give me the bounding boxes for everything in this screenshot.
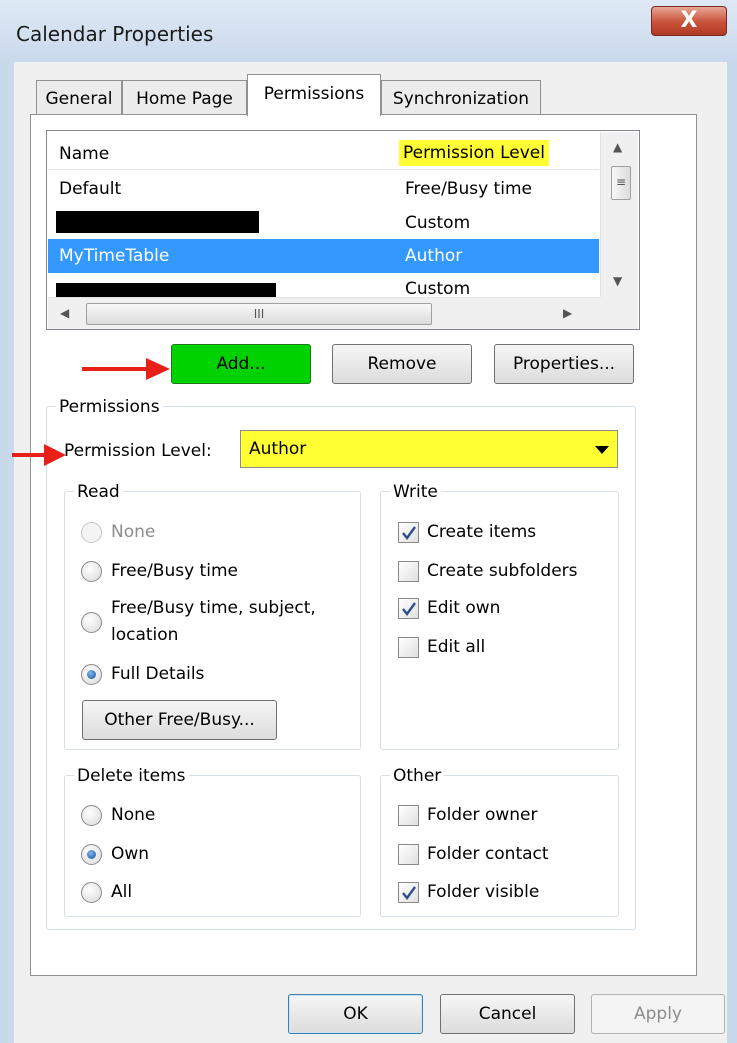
add-button[interactable]: Add... bbox=[171, 344, 311, 384]
window-frame-left bbox=[0, 62, 14, 1043]
window-title: Calendar Properties bbox=[16, 22, 214, 46]
delete-own-label: Own bbox=[111, 844, 150, 864]
apply-button[interactable]: Apply bbox=[591, 994, 725, 1034]
delete-own-radio[interactable] bbox=[81, 844, 102, 865]
read-full-details-label: Full Details bbox=[111, 664, 205, 684]
list-row-level[interactable]: Author bbox=[405, 246, 462, 266]
delete-all-label: All bbox=[111, 882, 133, 902]
permission-level-dropdown[interactable]: Author bbox=[240, 430, 618, 468]
tab-synchronization[interactable]: Synchronization bbox=[381, 80, 541, 114]
read-legend: Read bbox=[74, 482, 123, 502]
read-full-details-radio[interactable] bbox=[81, 664, 102, 685]
checkmark-icon bbox=[402, 526, 416, 540]
list-row-level[interactable]: Custom bbox=[405, 279, 470, 299]
create-subfolders-label: Create subfolders bbox=[427, 561, 578, 581]
redacted-name bbox=[56, 211, 259, 233]
create-items-label: Create items bbox=[427, 522, 537, 542]
annotation-arrow-icon bbox=[12, 444, 66, 466]
write-legend: Write bbox=[390, 482, 441, 502]
list-row-level[interactable]: Custom bbox=[405, 213, 470, 233]
scroll-up-icon[interactable]: ▲ bbox=[613, 140, 622, 154]
edit-own-label: Edit own bbox=[427, 598, 501, 618]
window-frame-right bbox=[727, 62, 737, 1043]
header-divider bbox=[48, 169, 599, 170]
folder-visible-checkbox[interactable] bbox=[398, 882, 419, 903]
delete-items-legend: Delete items bbox=[74, 766, 189, 786]
other-legend: Other bbox=[390, 766, 445, 786]
read-free-busy-radio[interactable] bbox=[81, 561, 102, 582]
scroll-right-icon[interactable]: ▶ bbox=[563, 306, 572, 320]
delete-all-radio[interactable] bbox=[81, 882, 102, 903]
horizontal-scrollbar[interactable]: ◀ III ▶ bbox=[48, 297, 600, 329]
create-items-checkbox[interactable] bbox=[398, 522, 419, 543]
folder-visible-label: Folder visible bbox=[427, 882, 540, 902]
column-header-permission-level[interactable]: Permission Level bbox=[399, 140, 549, 166]
close-button[interactable]: X bbox=[651, 6, 727, 36]
properties-button[interactable]: Properties... bbox=[494, 344, 634, 384]
scroll-left-icon[interactable]: ◀ bbox=[60, 306, 69, 320]
folder-owner-label: Folder owner bbox=[427, 805, 538, 825]
read-free-busy-subject-label: Free/Busy time, subject, bbox=[111, 598, 316, 618]
tab-general[interactable]: General bbox=[36, 80, 122, 114]
tab-permissions[interactable]: Permissions bbox=[247, 74, 381, 116]
checkmark-icon bbox=[402, 602, 416, 616]
cancel-button[interactable]: Cancel bbox=[440, 994, 575, 1034]
vertical-scroll-thumb[interactable]: ≡ bbox=[611, 166, 631, 200]
folder-contact-label: Folder contact bbox=[427, 844, 549, 864]
read-none-radio[interactable] bbox=[81, 522, 102, 543]
permission-list[interactable]: Name Permission Level Default Free/Busy … bbox=[46, 130, 640, 330]
permissions-legend: Permissions bbox=[56, 397, 163, 417]
ok-button[interactable]: OK bbox=[288, 994, 423, 1034]
folder-owner-checkbox[interactable] bbox=[398, 805, 419, 826]
permission-level-value: Author bbox=[249, 439, 307, 459]
edit-own-checkbox[interactable] bbox=[398, 598, 419, 619]
scroll-down-icon[interactable]: ▼ bbox=[613, 274, 622, 288]
horizontal-scroll-thumb[interactable]: III bbox=[86, 303, 432, 325]
delete-items-group bbox=[64, 775, 361, 917]
checkmark-icon bbox=[402, 886, 416, 900]
list-row-name[interactable]: Default bbox=[59, 179, 121, 199]
read-none-label: None bbox=[111, 522, 156, 542]
vertical-scrollbar[interactable]: ▲ ≡ ▼ bbox=[600, 132, 638, 297]
annotation-arrow-icon bbox=[82, 358, 170, 380]
list-row-level[interactable]: Free/Busy time bbox=[405, 179, 532, 199]
delete-none-radio[interactable] bbox=[81, 805, 102, 826]
read-free-busy-subject-radio[interactable] bbox=[81, 612, 102, 633]
delete-none-label: None bbox=[111, 805, 156, 825]
chevron-down-icon bbox=[595, 446, 609, 454]
remove-button[interactable]: Remove bbox=[332, 344, 472, 384]
read-free-busy-label: Free/Busy time bbox=[111, 561, 238, 581]
edit-all-label: Edit all bbox=[427, 637, 486, 657]
column-header-name[interactable]: Name bbox=[59, 144, 109, 164]
other-free-busy-button[interactable]: Other Free/Busy... bbox=[82, 700, 277, 740]
folder-contact-checkbox[interactable] bbox=[398, 844, 419, 865]
title-bar: Calendar Properties X bbox=[0, 0, 737, 62]
list-row-name[interactable]: MyTimeTable bbox=[59, 246, 169, 266]
read-free-busy-subject-label-line2: location bbox=[111, 625, 179, 645]
scrollbar-corner bbox=[600, 297, 638, 329]
permission-level-label: Permission Level: bbox=[64, 441, 212, 461]
tab-home-page[interactable]: Home Page bbox=[122, 80, 247, 114]
edit-all-checkbox[interactable] bbox=[398, 637, 419, 658]
create-subfolders-checkbox[interactable] bbox=[398, 561, 419, 582]
